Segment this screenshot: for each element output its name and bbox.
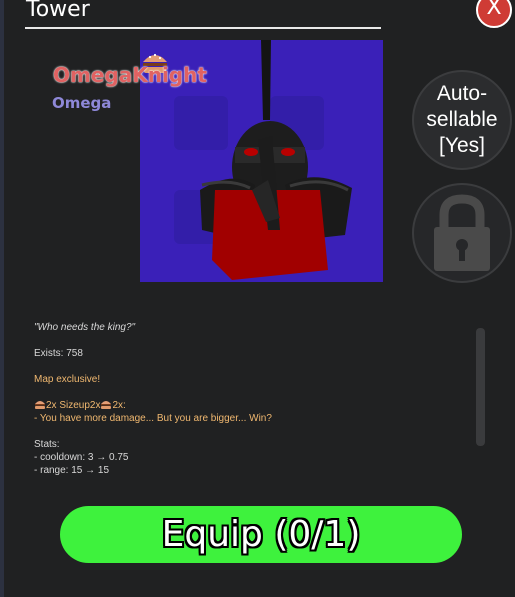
padlock-icon xyxy=(434,194,490,271)
tower-quote: "Who needs the king?" xyxy=(34,322,136,333)
autosell-line3: [Yes] xyxy=(439,134,485,157)
autosell-line1: Auto- xyxy=(436,82,488,105)
tower-window: Tower X OmegaKnight Omega Auto- sellable… xyxy=(0,0,515,597)
ability-name: 2x Sizeup2x xyxy=(46,400,101,411)
exists-count: Exists: 758 xyxy=(34,348,83,359)
autosell-line2: sellable xyxy=(426,108,498,131)
autosell-toggle-button[interactable]: Auto- sellable [Yes] xyxy=(412,70,512,170)
tower-description: "Who needs the king?" Exists: 758 Map ex… xyxy=(34,321,454,477)
equip-button[interactable]: Equip (0/1) xyxy=(60,506,462,563)
tower-subtitle: Omega xyxy=(52,94,112,112)
title-divider xyxy=(25,27,381,29)
exclusive-note: Map exclusive! xyxy=(34,374,101,385)
description-scrollbar[interactable] xyxy=(476,328,485,446)
stat-cooldown: - cooldown: 3 → 0.75 xyxy=(34,452,129,463)
close-button[interactable]: X xyxy=(476,0,512,28)
tower-name: OmegaKnight xyxy=(53,63,207,87)
lock-button[interactable] xyxy=(412,183,512,283)
window-edge xyxy=(0,0,4,597)
stat-range: - range: 15 → 15 xyxy=(34,465,110,476)
ability-title: 2x Sizeup2x 2x: xyxy=(34,399,454,412)
window-title: Tower xyxy=(26,0,90,22)
burger-icon xyxy=(35,401,45,409)
burger-icon xyxy=(101,401,112,409)
stats-title: Stats: xyxy=(34,439,60,450)
ability-description: - You have more damage... But you are bi… xyxy=(34,413,272,424)
ability-suffix: 2x: xyxy=(112,400,126,411)
